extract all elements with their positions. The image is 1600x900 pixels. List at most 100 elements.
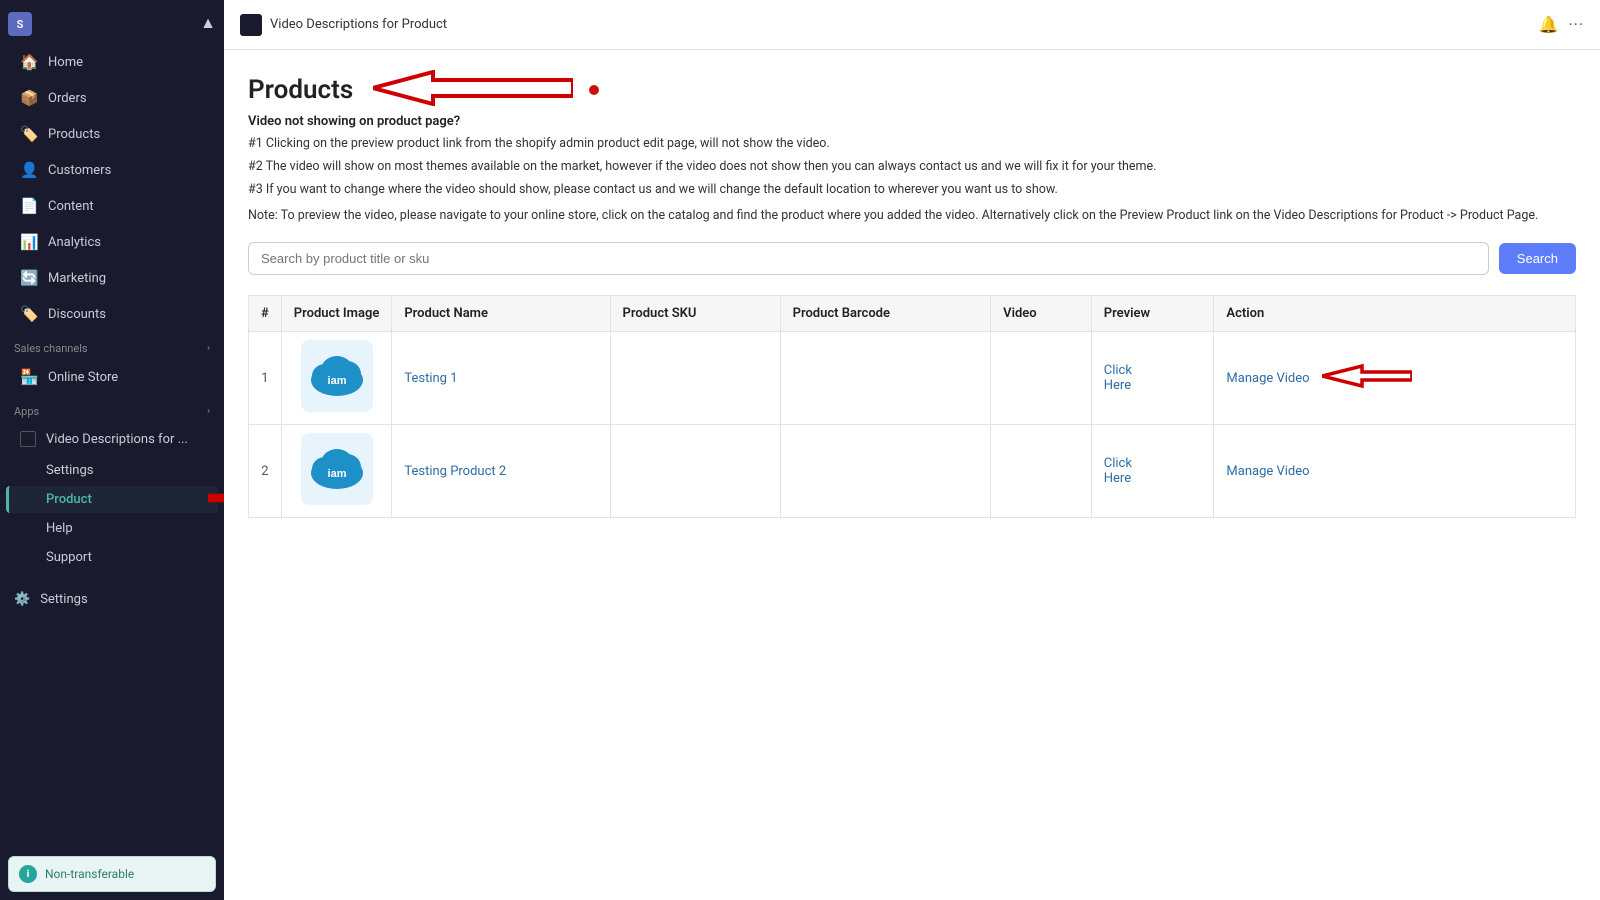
sidebar-subitem-product[interactable]: Product [6, 486, 218, 513]
sidebar-subitem-settings[interactable]: Settings [6, 457, 218, 484]
chevron-right-icon: › [207, 406, 210, 417]
product-barcode-cell [780, 332, 991, 425]
sidebar-item-analytics[interactable]: 📊 Analytics [6, 225, 218, 259]
sidebar-item-orders[interactable]: 📦 Orders [6, 81, 218, 115]
table-row: 1 iam [249, 332, 1576, 425]
chevron-right-icon: › [207, 343, 210, 354]
svg-text:iam: iam [327, 375, 346, 387]
sidebar-subitem-support[interactable]: Support [6, 544, 218, 571]
product-video-cell [991, 425, 1092, 518]
col-video: Video [991, 296, 1092, 332]
sidebar-item-marketing[interactable]: 🔄 Marketing [6, 261, 218, 295]
info-line-2: #2 The video will show on most themes av… [248, 158, 1576, 177]
apps-section: Apps › [0, 395, 224, 422]
notification-bell-icon[interactable]: 🔔 [1539, 15, 1559, 34]
sidebar-item-label: Analytics [48, 235, 101, 250]
product-name-cell: Testing Product 2 [392, 425, 610, 518]
content-area: Products Video not showing on product pa… [224, 50, 1600, 900]
product-image-cell: iam [281, 425, 392, 518]
home-icon: 🏠 [20, 53, 38, 71]
sidebar-item-content[interactable]: 📄 Content [6, 189, 218, 223]
product-name-cell: Testing 1 [392, 332, 610, 425]
manage-video-link[interactable]: Manage Video [1226, 371, 1309, 386]
search-button[interactable]: Search [1499, 243, 1576, 274]
sidebar-item-label: Content [48, 199, 94, 214]
sidebar-item-discounts[interactable]: 🏷️ Discounts [6, 297, 218, 331]
preview-click-here-link-2[interactable]: ClickHere [1104, 456, 1202, 486]
page-heading-row: Products [248, 70, 1576, 110]
sidebar: S ▲ 🏠 Home 📦 Orders 🏷️ Products 👤 Custom… [0, 0, 224, 900]
table-row: 2 iam [249, 425, 1576, 518]
topbar-actions: 🔔 ··· [1539, 15, 1584, 34]
product-sku-cell [610, 332, 780, 425]
customers-icon: 👤 [20, 161, 38, 179]
sidebar-scroll-up[interactable]: ▲ [200, 15, 216, 33]
sidebar-item-label: Customers [48, 163, 111, 178]
product-table: # Product Image Product Name Product SKU… [248, 295, 1576, 518]
online-store-icon: 🏪 [20, 368, 38, 386]
product-video-cell [991, 332, 1092, 425]
manage-video-link-2[interactable]: Manage Video [1226, 464, 1309, 479]
sidebar-settings[interactable]: ⚙️ Settings [0, 584, 224, 615]
sidebar-item-label: Home [48, 55, 83, 70]
product-arrow-annotation [208, 486, 224, 514]
topbar: Video Descriptions for Product 🔔 ··· [224, 0, 1600, 50]
svg-text:iam: iam [327, 468, 346, 480]
sidebar-item-label: Online Store [48, 370, 118, 385]
search-input[interactable] [248, 242, 1489, 275]
sidebar-item-online-store[interactable]: 🏪 Online Store [6, 360, 218, 394]
sidebar-item-customers[interactable]: 👤 Customers [6, 153, 218, 187]
manage-arrow-row: Manage Video [1226, 364, 1563, 392]
topbar-title: Video Descriptions for Product [270, 17, 1531, 32]
product-name-link[interactable]: Testing 1 [404, 371, 457, 386]
info-line-1: #1 Clicking on the preview product link … [248, 135, 1576, 154]
sidebar-item-label: Marketing [48, 271, 106, 286]
product-action-cell: Manage Video [1214, 332, 1576, 425]
products-icon: 🏷️ [20, 125, 38, 143]
page-title: Products [248, 75, 353, 105]
col-preview: Preview [1091, 296, 1214, 332]
col-barcode: Product Barcode [780, 296, 991, 332]
sidebar-item-home[interactable]: 🏠 Home [6, 45, 218, 79]
discounts-icon: 🏷️ [20, 305, 38, 323]
sidebar-item-products[interactable]: 🏷️ Products [6, 117, 218, 151]
product-barcode-cell [780, 425, 991, 518]
sidebar-item-video-desc[interactable]: Video Descriptions for ... [6, 423, 218, 455]
logo-icon: S [8, 12, 32, 36]
product-preview-cell: ClickHere [1091, 425, 1214, 518]
col-sku: Product SKU [610, 296, 780, 332]
col-action: Action [1214, 296, 1576, 332]
sidebar-bottom: i Non-transferable [0, 848, 224, 900]
sidebar-item-label: Discounts [48, 307, 106, 322]
sidebar-logo: S [8, 12, 32, 36]
sidebar-item-label: Video Descriptions for ... [46, 432, 188, 447]
row-num: 1 [249, 332, 282, 425]
analytics-icon: 📊 [20, 233, 38, 251]
manage-video-arrow-annotation [1322, 364, 1412, 392]
sidebar-item-label: Products [48, 127, 100, 142]
content-icon: 📄 [20, 197, 38, 215]
sidebar-header: S ▲ [0, 0, 224, 44]
info-box: Video not showing on product page? #1 Cl… [248, 114, 1576, 226]
info-note: Note: To preview the video, please navig… [248, 207, 1576, 226]
sales-channels-section: Sales channels › [0, 332, 224, 359]
main-area: Video Descriptions for Product 🔔 ··· Pro… [224, 0, 1600, 900]
info-icon: i [19, 865, 37, 883]
preview-click-here-link[interactable]: ClickHere [1104, 363, 1202, 393]
sidebar-subitem-help[interactable]: Help [6, 515, 218, 542]
product-name-link-2[interactable]: Testing Product 2 [404, 464, 506, 479]
non-transferable-badge: i Non-transferable [8, 856, 216, 892]
product-sku-cell [610, 425, 780, 518]
products-arrow-annotation [373, 70, 573, 110]
marketing-icon: 🔄 [20, 269, 38, 287]
app-icon-sm [240, 14, 262, 36]
product-action-cell: Manage Video [1214, 425, 1576, 518]
product-image: iam [301, 340, 373, 412]
iam-cloud-svg-2: iam [301, 433, 373, 505]
product-image: iam [301, 433, 373, 505]
product-image-cell: iam [281, 332, 392, 425]
orders-icon: 📦 [20, 89, 38, 107]
more-options-icon[interactable]: ··· [1568, 15, 1584, 34]
red-dot-annotation [589, 85, 599, 95]
row-num: 2 [249, 425, 282, 518]
